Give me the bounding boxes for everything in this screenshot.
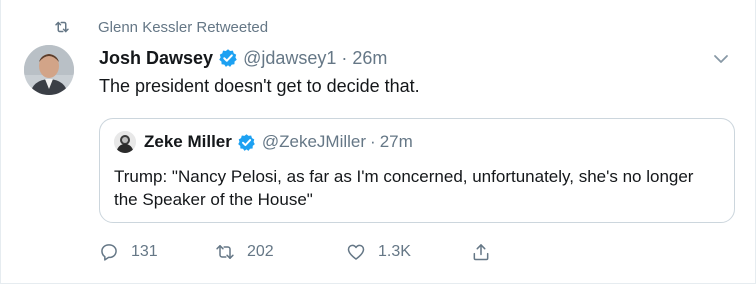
quoted-author-name: Zeke Miller: [144, 132, 232, 151]
avatar-image: [24, 45, 74, 95]
retweet-count: 202: [247, 243, 274, 260]
reply-icon: [101, 244, 117, 261]
retweet-banner-text[interactable]: Glenn Kessler Retweeted: [98, 19, 268, 36]
heart-icon: [347, 244, 365, 260]
reply-button[interactable]: 131: [99, 240, 158, 264]
retweet-icon: [216, 245, 234, 259]
quoted-author-handle: @ZekeJMiller: [261, 132, 367, 151]
quoted-avatar-image: [114, 131, 136, 153]
retweet-icon: [55, 21, 69, 33]
tweet-card[interactable]: Glenn Kessler Retweeted Josh Dawsey @jda…: [0, 0, 756, 284]
verified-badge-icon: [238, 133, 255, 151]
retweet-banner: Glenn Kessler Retweeted: [55, 17, 268, 37]
avatar[interactable]: [24, 45, 74, 95]
verified-badge-icon: [219, 49, 237, 67]
author-handle[interactable]: @jdawsey1: [243, 48, 336, 69]
tweet-timestamp[interactable]: 26m: [352, 48, 387, 69]
share-icon: [473, 244, 489, 261]
quoted-timestamp: 27m: [379, 132, 413, 151]
share-button[interactable]: [471, 240, 491, 264]
quoted-avatar: [114, 131, 136, 153]
tweet-text: The president doesn't get to decide that…: [99, 76, 420, 96]
chevron-down-icon[interactable]: [713, 52, 729, 66]
header-separator: ·: [341, 47, 348, 68]
like-button[interactable]: 1.3K: [346, 240, 411, 264]
tweet-actions: 131 202 1.3K: [99, 240, 519, 264]
reply-count: 131: [131, 243, 158, 260]
quoted-tweet-text: Trump: "Nancy Pelosi, as far as I'm conc…: [114, 167, 694, 209]
quoted-header-separator: ·: [370, 132, 376, 151]
quoted-tweet[interactable]: Zeke Miller @ZekeJMiller · 27m Trump: "N…: [99, 118, 735, 223]
author-name[interactable]: Josh Dawsey: [99, 48, 213, 69]
like-count: 1.3K: [378, 243, 411, 260]
tweet-header: Josh Dawsey @jdawsey1 · 26m: [99, 46, 387, 70]
retweet-button[interactable]: 202: [215, 240, 274, 264]
quoted-header: Zeke Miller @ZekeJMiller · 27m: [144, 131, 413, 153]
